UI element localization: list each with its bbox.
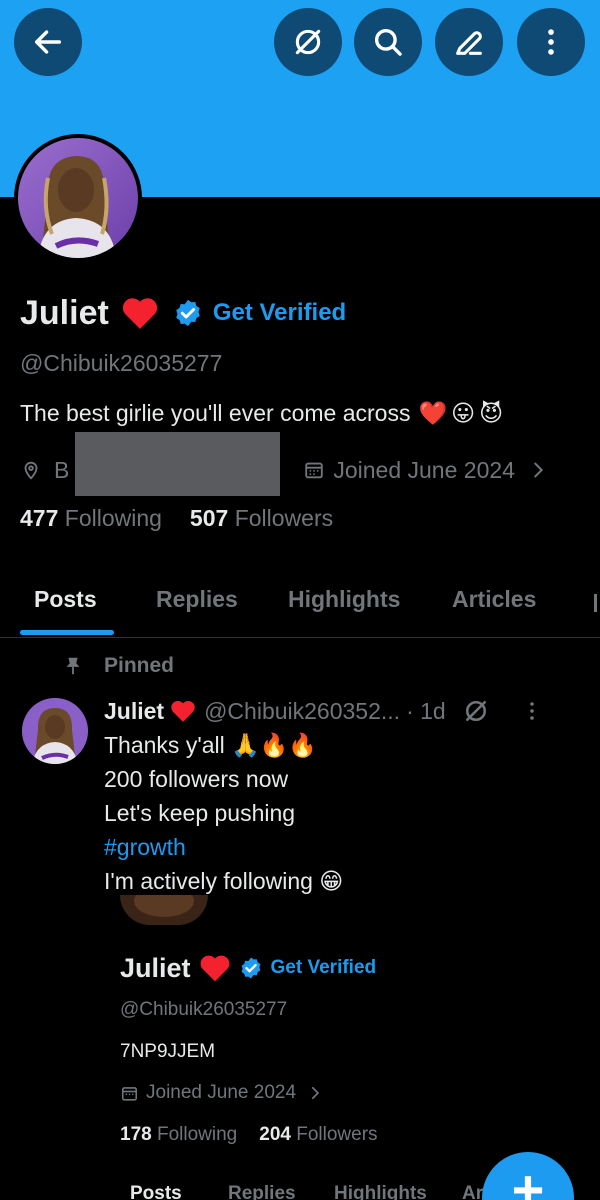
following-stat[interactable]: 477 Following xyxy=(20,505,162,532)
chevron-right-icon xyxy=(311,1086,320,1100)
embedded-joined: Joined June 2024 xyxy=(120,1082,324,1104)
embedded-name-row: Juliet Get Verified xyxy=(120,950,376,986)
post-line: I'm actively following 😁 xyxy=(104,868,344,894)
more-options-button[interactable] xyxy=(517,8,585,76)
tab-highlights[interactable]: Highlights xyxy=(288,586,400,613)
search-icon xyxy=(374,28,402,56)
post-author-avatar[interactable] xyxy=(22,698,88,764)
embedded-tab-posts: Posts xyxy=(130,1183,182,1200)
more-vertical-icon[interactable] xyxy=(520,699,544,723)
grok-button[interactable] xyxy=(274,8,342,76)
profile-name-row: Juliet Get Verified xyxy=(20,288,346,338)
post-header: Juliet @Chibuik260352... · 1d xyxy=(104,696,584,726)
embedded-tab-highlights: Highlights xyxy=(334,1183,427,1200)
bio-emoji-heart: ❤️ xyxy=(418,400,448,426)
avatar-image xyxy=(18,138,138,258)
avatar-image xyxy=(22,698,88,764)
calendar-icon xyxy=(121,1086,138,1101)
pinned-indicator: Pinned xyxy=(62,654,174,678)
embedded-following-label: Following xyxy=(156,1124,238,1145)
embedded-image-avatar-fragment xyxy=(120,895,208,925)
get-verified-link[interactable]: Get Verified xyxy=(213,299,346,327)
profile-avatar[interactable] xyxy=(14,134,142,262)
bio-emoji-tongue: 😛 xyxy=(451,400,476,426)
post-line: Let's keep pushing xyxy=(104,800,296,826)
embedded-tab-replies: Replies xyxy=(228,1183,296,1200)
embedded-followers: 204 Followers xyxy=(259,1124,377,1146)
pin-icon xyxy=(66,657,80,675)
location-text: B xyxy=(54,456,70,483)
slash-circle-icon[interactable] xyxy=(462,697,490,725)
joined-text: Joined June 2024 xyxy=(333,456,515,483)
embedded-stats: 178 Following 204 Followers xyxy=(120,1124,378,1146)
embedded-following: 178 Following xyxy=(120,1124,237,1146)
embedded-name: Juliet xyxy=(120,952,191,983)
more-vertical-icon xyxy=(548,29,554,55)
plus-icon: + xyxy=(511,1158,545,1200)
followers-count: 507 xyxy=(189,505,229,531)
profile-stats: 477 Following 507 Followers xyxy=(20,505,333,532)
profile-name: Juliet xyxy=(20,293,109,332)
bio-emoji-devil: 😈 xyxy=(479,400,504,426)
search-button[interactable] xyxy=(354,8,422,76)
post-author-name[interactable]: Juliet xyxy=(104,698,164,725)
tab-posts[interactable]: Posts xyxy=(34,586,97,613)
heart-emoji-icon xyxy=(171,700,195,722)
followers-label: Followers xyxy=(234,505,334,531)
embedded-followers-count: 204 xyxy=(259,1124,291,1145)
back-button[interactable] xyxy=(14,8,82,76)
following-count: 477 xyxy=(20,505,59,531)
bio-text: The best girlie you'll ever come across xyxy=(20,400,411,426)
tab-articles[interactable]: Articles xyxy=(452,586,536,613)
active-tab-indicator xyxy=(20,630,114,635)
calendar-icon xyxy=(305,462,324,479)
embedded-handle: @Chibuik26035277 xyxy=(120,999,288,1020)
tab-overflow-edge xyxy=(594,594,597,612)
embedded-bio: 7NP9JJEM xyxy=(120,1041,216,1062)
tab-replies[interactable]: Replies xyxy=(156,586,238,613)
profile-bio: The best girlie you'll ever come across … xyxy=(20,400,503,427)
location-pin-icon xyxy=(24,461,38,480)
arrow-left-icon xyxy=(34,30,62,54)
profile-handle: @Chibuik26035277 xyxy=(20,350,223,376)
redacted-location-box xyxy=(75,432,280,496)
pencil-icon xyxy=(456,31,482,55)
profile-tabs: Posts Replies Highlights Articles xyxy=(0,566,600,638)
post-hashtag[interactable]: #growth xyxy=(104,830,343,864)
verified-badge-icon[interactable] xyxy=(173,298,203,328)
post-author-handle[interactable]: @Chibuik260352... xyxy=(204,698,400,725)
post-body: Thanks y'all 🙏🔥🔥 200 followers now Let's… xyxy=(104,728,343,898)
joined-info[interactable]: Joined June 2024 xyxy=(303,457,549,484)
chevron-right-icon xyxy=(534,462,544,478)
embedded-joined-text: Joined June 2024 xyxy=(146,1082,297,1103)
post-line: Thanks y'all 🙏🔥🔥 xyxy=(104,732,318,758)
pinned-label: Pinned xyxy=(104,654,175,677)
verified-badge-icon xyxy=(241,957,260,979)
post-line: 200 followers now xyxy=(104,766,289,792)
embedded-following-count: 178 xyxy=(120,1124,152,1145)
followers-stat[interactable]: 507 Followers xyxy=(190,505,333,532)
slash-circle-icon xyxy=(295,29,321,55)
edit-button[interactable] xyxy=(435,8,503,76)
heart-emoji-icon xyxy=(122,298,157,329)
following-label: Following xyxy=(64,505,162,531)
embedded-tab-articles: Ar xyxy=(462,1183,484,1200)
embedded-followers-label: Followers xyxy=(296,1124,378,1145)
post-timestamp[interactable]: · 1d xyxy=(406,698,446,725)
embedded-get-verified: Get Verified xyxy=(270,957,377,978)
compose-fab-button[interactable]: + xyxy=(482,1152,574,1200)
heart-emoji-icon xyxy=(200,955,229,982)
